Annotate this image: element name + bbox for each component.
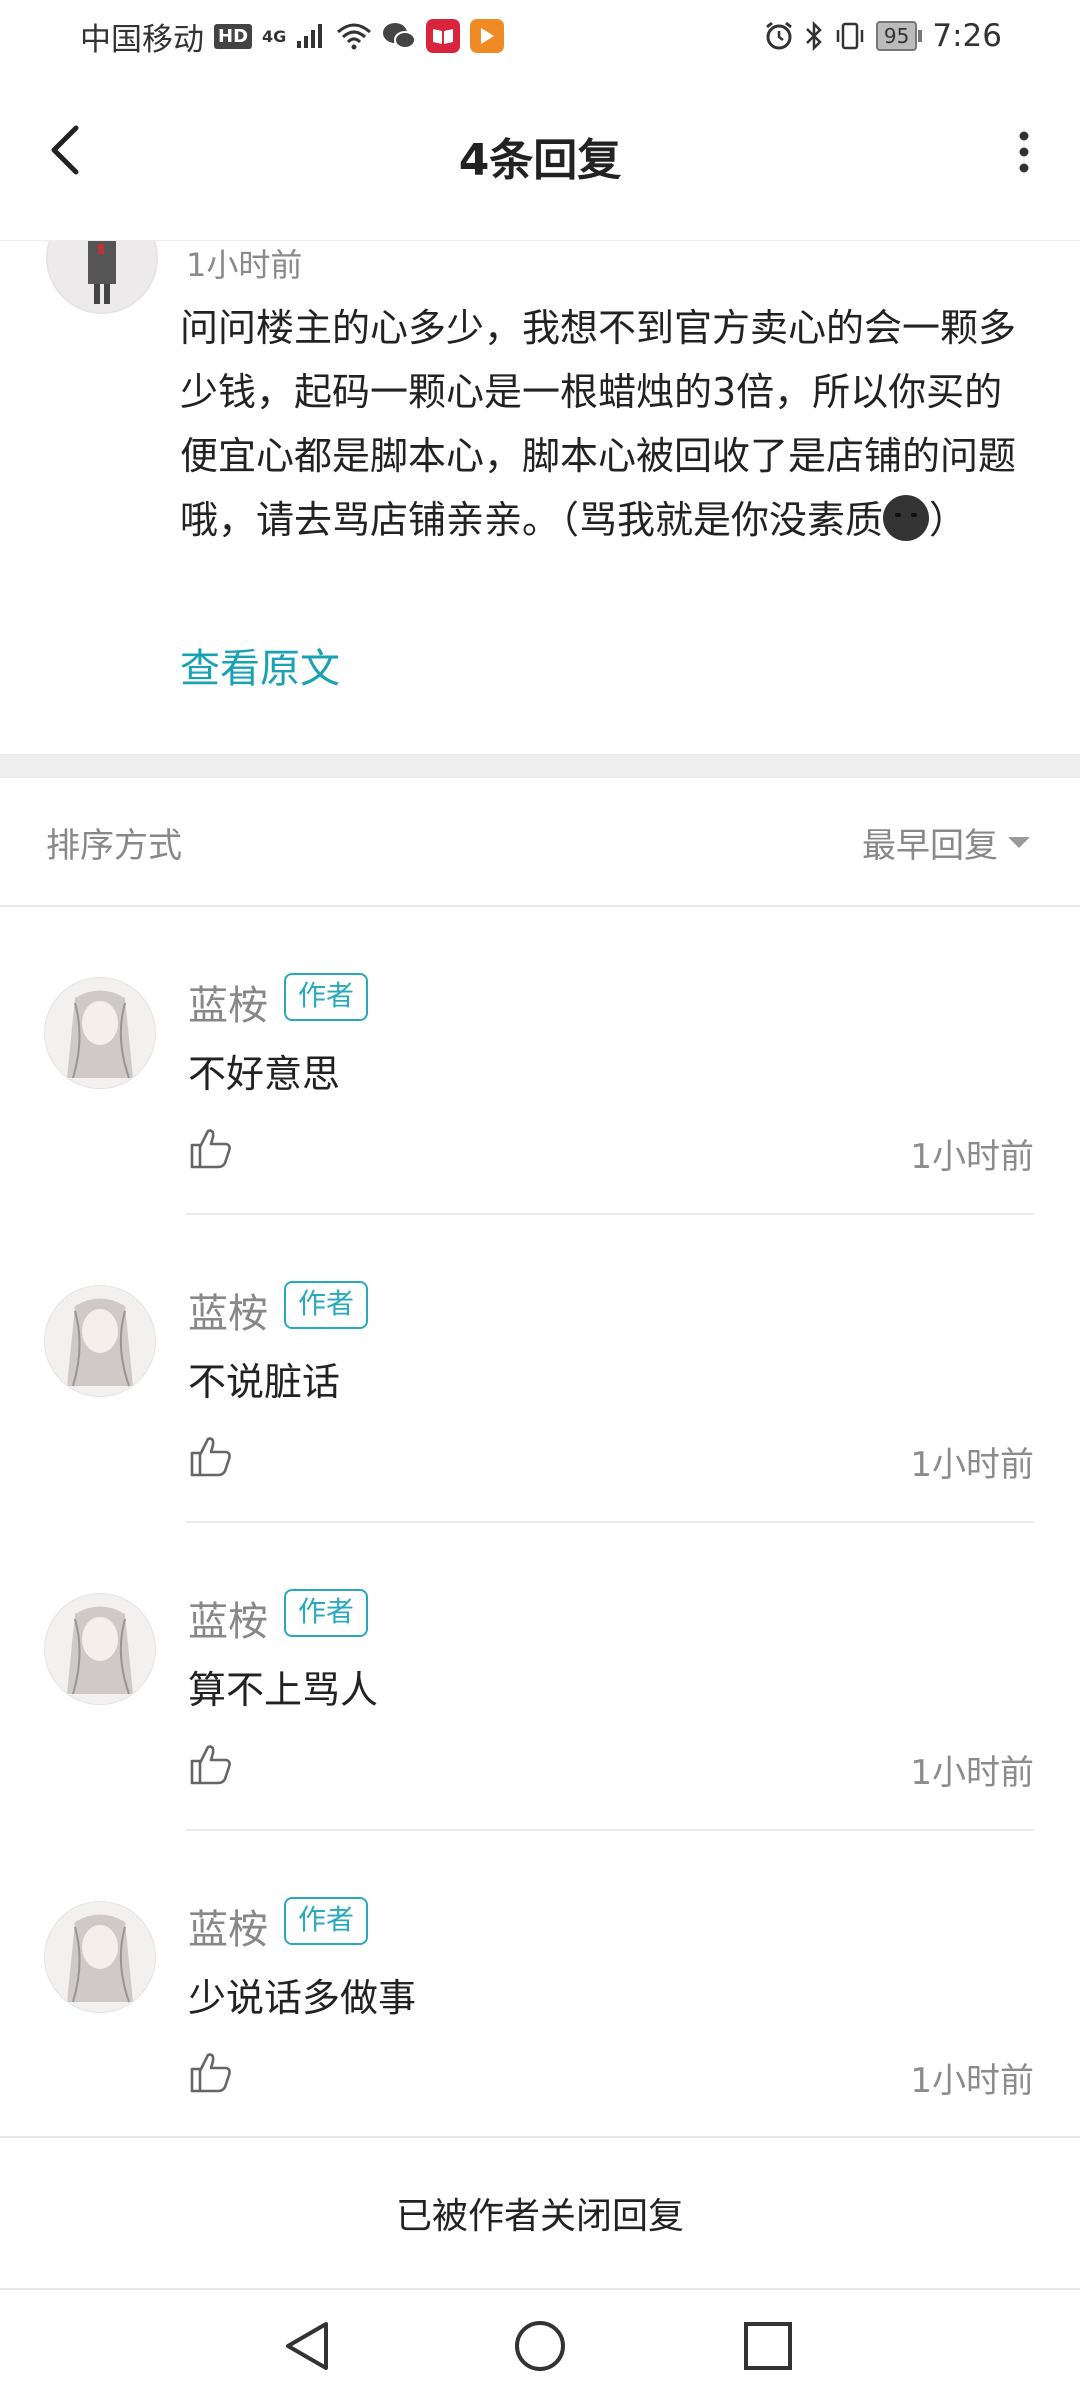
- comment-time: 1小时前: [186, 246, 303, 284]
- top-app-bar: 4条回复: [0, 72, 1080, 241]
- caret-down-icon: [1008, 837, 1030, 848]
- closed-text: 已被作者关闭回复: [395, 2196, 684, 2237]
- content: 1小时前 问问楼主的心多少，我想不到官方卖心的会一颗多少钱，起码一颗心是一根蜡烛…: [0, 240, 1080, 2139]
- nav-home-button[interactable]: [508, 2314, 572, 2378]
- avatar-image: [45, 1902, 155, 2012]
- author-badge: 作者: [284, 1281, 369, 1329]
- triangle-back-icon: [286, 2322, 328, 2370]
- list-item: 蓝桉 作者 不好意思 1小时前: [0, 907, 1080, 1215]
- author-name[interactable]: 蓝桉: [188, 973, 268, 1031]
- wifi-icon: [337, 23, 372, 50]
- sort-bar: 排序方式 最早回复: [0, 778, 1080, 907]
- status-right: 95 7:26: [764, 18, 1002, 54]
- sort-label: 排序方式: [46, 826, 182, 866]
- nav-recents-button[interactable]: [736, 2314, 800, 2378]
- status-bar: 中国移动 HD 4G 95 7:26: [0, 0, 1080, 72]
- avatar[interactable]: [44, 977, 156, 1089]
- list-item: 蓝桉 作者 少说话多做事 1小时前: [0, 1831, 1080, 2139]
- reply-time: 1小时前: [910, 1137, 1034, 1177]
- avatar[interactable]: [44, 1285, 156, 1397]
- author-badge: 作者: [284, 973, 369, 1021]
- reply-text: 不说脏话: [188, 1360, 341, 1404]
- replies-closed-notice: 已被作者关闭回复: [0, 2136, 1080, 2290]
- clock: 7:26: [932, 18, 1002, 54]
- thumbs-up-icon: [190, 1437, 231, 1477]
- view-original-link[interactable]: 查看原文: [180, 636, 340, 694]
- comment-body-end: ）: [929, 498, 968, 542]
- network-type: 4G: [262, 26, 287, 46]
- like-button[interactable]: [188, 1125, 234, 1171]
- vibrate-icon: [836, 22, 864, 50]
- carrier-name: 中国移动: [80, 21, 204, 58]
- avatar[interactable]: [44, 1593, 156, 1705]
- avatar-image: [45, 1286, 155, 1396]
- author-name[interactable]: 蓝桉: [188, 1589, 268, 1647]
- avatar[interactable]: [46, 240, 158, 314]
- circle-home-icon: [515, 2321, 565, 2371]
- square-recents-icon: [744, 2322, 792, 2370]
- reply-time: 1小时前: [910, 1753, 1034, 1793]
- reply-time: 1小时前: [910, 2061, 1034, 2101]
- section-divider: [0, 754, 1080, 778]
- original-comment: 1小时前 问问楼主的心多少，我想不到官方卖心的会一颗多少钱，起码一颗心是一根蜡烛…: [0, 240, 1080, 754]
- more-options-button[interactable]: [996, 122, 1052, 182]
- dark-face-emoji-icon: [883, 495, 930, 541]
- battery-level: 95: [875, 21, 918, 51]
- like-button[interactable]: [188, 1741, 234, 1787]
- list-item: 蓝桉 作者 不说脏话 1小时前: [0, 1215, 1080, 1523]
- battery-icon: 95: [875, 21, 923, 51]
- reply-text: 不好意思: [188, 1052, 341, 1096]
- sort-selected: 最早回复: [862, 826, 998, 866]
- avatar[interactable]: [44, 1901, 156, 2013]
- like-button[interactable]: [188, 1433, 234, 1479]
- list-item: 蓝桉 作者 算不上骂人 1小时前: [0, 1523, 1080, 1831]
- author-name[interactable]: 蓝桉: [188, 1897, 268, 1955]
- reply-text: 少说话多做事: [188, 1976, 417, 2020]
- video-app-icon: [470, 19, 505, 53]
- reply-list: 蓝桉 作者 不好意思 1小时前 蓝桉 作者 不说脏话 1小时前 蓝桉 作者 算不…: [0, 907, 1080, 2139]
- thumbs-up-icon: [190, 2053, 231, 2093]
- page-title: 4条回复: [458, 135, 622, 186]
- author-badge: 作者: [284, 1897, 369, 1945]
- avatar-image: [45, 978, 155, 1088]
- hd-icon: HD: [214, 23, 253, 49]
- status-left: 中国移动 HD 4G: [80, 14, 505, 59]
- avatar-image: [45, 1594, 155, 1704]
- author-badge: 作者: [284, 1589, 369, 1637]
- nav-back-button[interactable]: [276, 2314, 340, 2378]
- book-app-icon: [426, 19, 461, 53]
- thumbs-up-icon: [190, 1129, 231, 1169]
- like-button[interactable]: [188, 2049, 234, 2095]
- avatar-image: [48, 240, 156, 312]
- reply-text: 算不上骂人: [188, 1668, 379, 1712]
- bluetooth-icon: [806, 21, 822, 51]
- wechat-icon: [383, 23, 417, 49]
- reply-time: 1小时前: [910, 1445, 1034, 1485]
- alarm-icon: [765, 21, 792, 50]
- author-name[interactable]: 蓝桉: [188, 1281, 268, 1339]
- comment-text: 问问楼主的心多少，我想不到官方卖心的会一颗多少钱，起码一颗心是一根蜡烛的3倍，所…: [180, 296, 1030, 552]
- thumbs-up-icon: [190, 1745, 231, 1785]
- more-vertical-icon: [1019, 131, 1029, 173]
- system-nav-bar: [0, 2286, 1080, 2400]
- signal-icon: [297, 24, 323, 48]
- sort-dropdown[interactable]: 最早回复: [862, 818, 1030, 867]
